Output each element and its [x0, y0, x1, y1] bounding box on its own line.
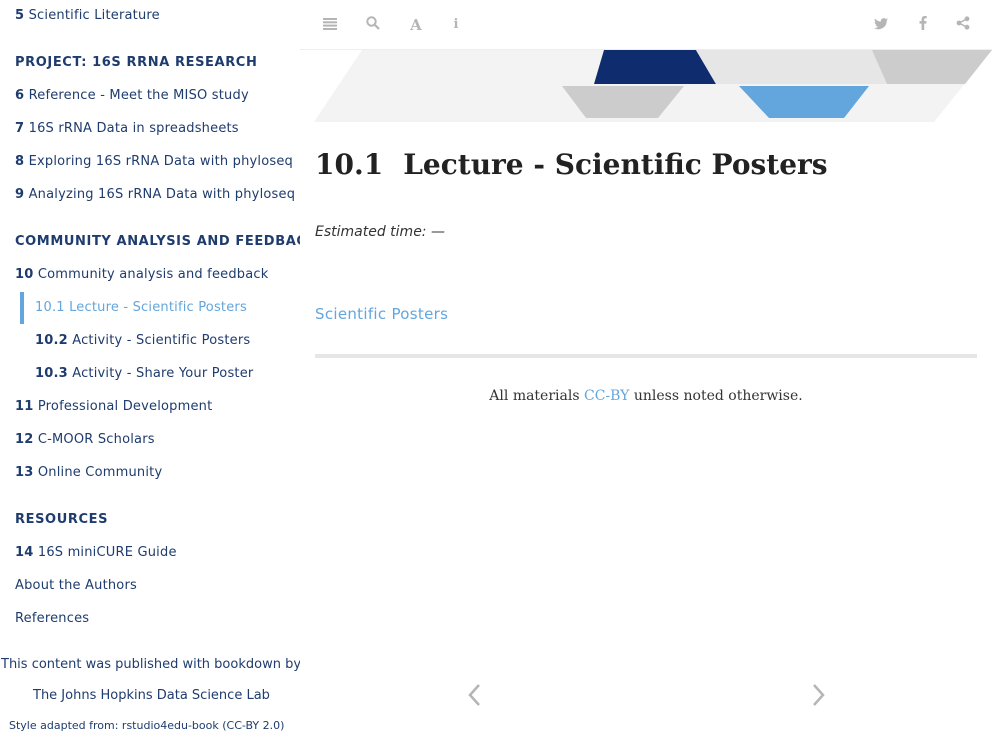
- toc-label: 16S miniCURE Guide: [37, 545, 177, 560]
- toc-number: 10.2: [35, 333, 68, 348]
- toc-item-10-2[interactable]: 10.2 Activity - Scientific Posters: [35, 333, 250, 349]
- toc-label: Professional Development: [37, 399, 213, 414]
- facebook-icon[interactable]: [913, 15, 933, 35]
- toc-item-references[interactable]: References: [15, 611, 89, 627]
- toc-number: 14: [15, 545, 34, 560]
- toc-item-8[interactable]: 8 Exploring 16S rRNA Data with phyloseq: [15, 154, 293, 170]
- toc-item-13[interactable]: 13 Online Community: [15, 465, 162, 481]
- toc-part-header: PROJECT: 16S RRNA RESEARCH: [15, 55, 258, 70]
- jhu-dsl-link[interactable]: The Johns Hopkins Data Science Lab: [33, 688, 270, 704]
- menu-icon[interactable]: [320, 15, 340, 35]
- toc-item-5[interactable]: 5 Scientific Literature: [15, 8, 160, 24]
- toc-label: Activity - Scientific Posters: [72, 333, 251, 348]
- toc-number: 7: [15, 121, 25, 136]
- toc-item-10[interactable]: 10 Community analysis and feedback: [15, 267, 269, 283]
- toc-label: Online Community: [37, 465, 163, 480]
- published-note: This content was published with bookdown…: [1, 657, 300, 672]
- scientific-posters-link[interactable]: Scientific Posters: [315, 305, 448, 323]
- section-title: Lecture - Scientific Posters: [403, 148, 828, 181]
- toc-number: 10.1: [35, 300, 65, 315]
- divider: [315, 354, 977, 358]
- toc-label: Activity - Share Your Poster: [72, 366, 254, 381]
- license-suffix: unless noted otherwise.: [629, 388, 803, 404]
- toc-item-6[interactable]: 6 Reference - Meet the MISO study: [15, 88, 249, 104]
- toc-number: 6: [15, 88, 25, 103]
- toc-number: 10.3: [35, 366, 68, 381]
- toc-item-9[interactable]: 9 Analyzing 16S rRNA Data with phyloseq: [15, 187, 295, 203]
- chevron-left-icon[interactable]: [464, 682, 484, 714]
- font-icon[interactable]: A: [406, 15, 426, 35]
- style-credit[interactable]: Style adapted from: rstudio4edu-book (CC…: [9, 718, 284, 734]
- toc-label: About the Authors: [15, 578, 137, 593]
- toc-item-about[interactable]: About the Authors: [15, 578, 137, 594]
- license-prefix: All materials: [489, 388, 584, 404]
- toc-item-10-3[interactable]: 10.3 Activity - Share Your Poster: [35, 366, 253, 382]
- toc-number: 9: [15, 187, 25, 202]
- toc-label: Reference - Meet the MISO study: [28, 88, 249, 103]
- toc-item-14[interactable]: 14 16S miniCURE Guide: [15, 545, 177, 561]
- toc-label: Scientific Literature: [28, 8, 160, 23]
- info-icon[interactable]: i: [446, 15, 466, 35]
- toc-part-header: COMMUNITY ANALYSIS AND FEEDBACK: [15, 234, 300, 249]
- toc-label: Exploring 16S rRNA Data with phyloseq: [28, 154, 294, 169]
- header-banner: [314, 40, 992, 124]
- toc-number: 10: [15, 267, 34, 282]
- toc-item-10-1[interactable]: 10.1 Lecture - Scientific Posters: [35, 300, 247, 316]
- chevron-right-icon[interactable]: [809, 682, 829, 714]
- section-number: 10.1: [315, 148, 384, 181]
- cc-by-link[interactable]: CC-BY: [584, 388, 629, 404]
- toc-label: Community analysis and feedback: [37, 267, 269, 282]
- toc-label: References: [15, 611, 90, 626]
- toc-label: C-MOOR Scholars: [37, 432, 155, 447]
- search-icon[interactable]: [363, 15, 383, 35]
- active-indicator: [20, 292, 24, 324]
- license-note: All materials CC-BY unless noted otherwi…: [315, 388, 977, 404]
- estimated-time: Estimated time: —: [315, 224, 445, 240]
- toolbar: A i: [300, 0, 992, 50]
- toc-label: Analyzing 16S rRNA Data with phyloseq: [28, 187, 296, 202]
- page-title: 10.1 Lecture - Scientific Posters: [315, 148, 828, 181]
- toc-label: Lecture - Scientific Posters: [69, 300, 247, 315]
- toc-item-11[interactable]: 11 Professional Development: [15, 399, 212, 415]
- toc-number: 5: [15, 8, 25, 23]
- toc-label: 16S rRNA Data in spreadsheets: [28, 121, 239, 136]
- toc-number: 11: [15, 399, 34, 414]
- toc-number: 8: [15, 154, 25, 169]
- sidebar: 5 Scientific Literature PROJECT: 16S RRN…: [0, 0, 300, 744]
- twitter-icon[interactable]: [871, 15, 891, 35]
- toc-number: 13: [15, 465, 34, 480]
- share-icon[interactable]: [953, 15, 973, 35]
- toc-part-header: RESOURCES: [15, 512, 109, 527]
- toc-item-12[interactable]: 12 C-MOOR Scholars: [15, 432, 155, 448]
- toc-number: 12: [15, 432, 34, 447]
- toc-item-7[interactable]: 7 16S rRNA Data in spreadsheets: [15, 121, 239, 137]
